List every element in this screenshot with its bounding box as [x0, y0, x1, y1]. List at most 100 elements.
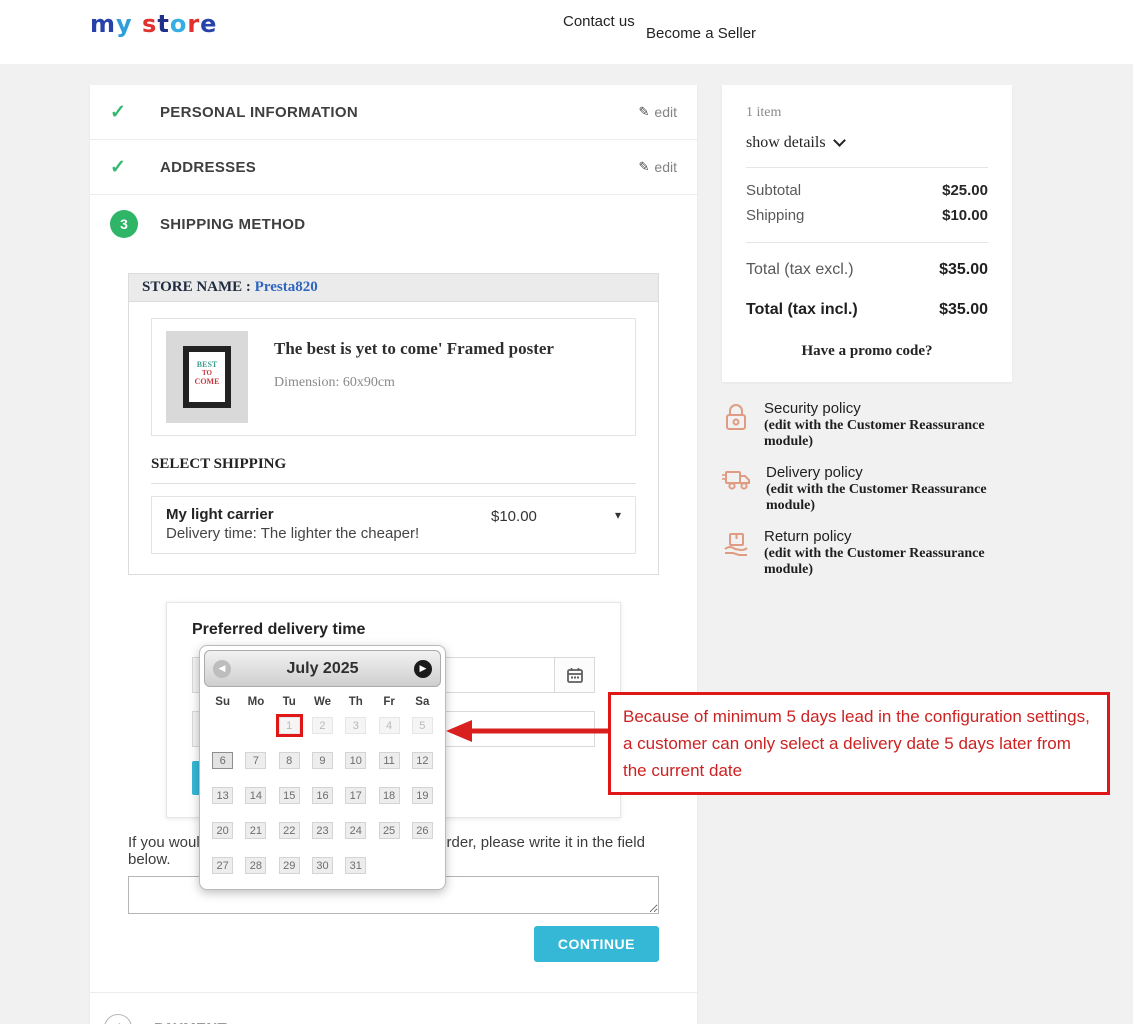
total-incl-row: Total (tax incl.) $35.00: [746, 301, 988, 319]
calendar-day-10[interactable]: 10: [345, 752, 367, 769]
calendar-day-22[interactable]: 22: [278, 822, 300, 839]
calendar-icon: [566, 667, 583, 683]
calendar-day-12[interactable]: 12: [411, 752, 433, 769]
store-name-header: STORE NAME : Presta820: [129, 274, 658, 302]
step-number-badge: 3: [110, 210, 138, 238]
logo-letter: y: [116, 10, 133, 38]
total-incl-value: $35.00: [939, 301, 988, 318]
calendar-day-13[interactable]: 13: [212, 787, 234, 804]
weekday-label: Su: [215, 696, 230, 708]
calendar-day-30[interactable]: 30: [311, 857, 333, 874]
calendar-day-3: 3: [345, 717, 367, 734]
step-number-badge: 4: [104, 1014, 132, 1024]
calendar-day-27[interactable]: 27: [212, 857, 234, 874]
calendar-day-19[interactable]: 19: [411, 787, 433, 804]
calendar-day-21[interactable]: 21: [245, 822, 267, 839]
next-month-button[interactable]: ▶: [414, 659, 432, 678]
subtotal-value: $25.00: [942, 182, 988, 199]
calendar-blank-cell: [212, 717, 233, 734]
preferred-delivery-title: Preferred delivery time: [192, 621, 366, 638]
calendar-day-15[interactable]: 15: [278, 787, 300, 804]
show-details-toggle[interactable]: show details: [746, 134, 988, 152]
carrier-option[interactable]: My light carrier Delivery time: The ligh…: [151, 496, 636, 554]
product-dimension: Dimension: 60x90cm: [274, 375, 395, 390]
calendar-day-6[interactable]: 6: [212, 752, 234, 769]
calendar-day-29[interactable]: 29: [278, 857, 300, 874]
step-personal-title: PERSONAL INFORMATION: [160, 103, 358, 121]
policy-subtitle: (edit with the Customer Reassurance modu…: [764, 418, 985, 449]
continue-button[interactable]: CONTINUE: [533, 926, 659, 962]
become-seller-link[interactable]: Become a Seller: [646, 25, 756, 42]
return-box-icon: [724, 533, 748, 556]
calendar-day-31[interactable]: 31: [345, 857, 367, 874]
store-name-link[interactable]: Presta820: [255, 279, 318, 295]
annotation-note: Because of minimum 5 days lead in the co…: [608, 692, 1110, 795]
cart-items-count: 1 item: [746, 105, 782, 120]
policy-title: Return policy: [764, 528, 852, 545]
subtotal-row: Subtotal $25.00: [746, 182, 988, 199]
prev-month-button[interactable]: ◀: [213, 659, 231, 678]
calendar-day-26[interactable]: 26: [411, 822, 433, 839]
carrier-delay: Delivery time: The lighter the cheaper!: [166, 525, 420, 542]
calendar-day-8[interactable]: 8: [278, 752, 300, 769]
edit-label: edit: [654, 159, 677, 175]
policy-text: Security policy (edit with the Customer …: [764, 400, 1012, 450]
calendar-day-7[interactable]: 7: [245, 752, 267, 769]
calendar-day-28[interactable]: 28: [245, 857, 267, 874]
calendar-day-25[interactable]: 25: [378, 822, 400, 839]
datepicker-popup: ◀ July 2025 ▶ Su Mo Tu We Th Fr Sa 1 2 3 4 5 6 7 8 9 10…: [199, 645, 446, 890]
calendar-blank-cell: [245, 717, 266, 734]
calendar-day-20[interactable]: 20: [212, 822, 234, 839]
weekday-label: We: [313, 696, 332, 708]
logo-letter: t: [157, 10, 170, 38]
shipping-label: Shipping: [746, 207, 805, 224]
calendar-icon-button[interactable]: [555, 657, 595, 693]
product-title: The best is yet to come' Framed poster: [274, 339, 554, 358]
contact-us-link[interactable]: Contact us: [563, 13, 635, 30]
shipping-value: $10.00: [942, 207, 988, 224]
weekday-label: Tu: [282, 696, 296, 708]
show-details-label: show details: [746, 134, 826, 151]
calendar-day-24[interactable]: 24: [345, 822, 367, 839]
calendar-day-9[interactable]: 9: [311, 752, 333, 769]
lock-icon: [726, 404, 746, 430]
select-shipping-heading: SELECT SHIPPING: [151, 452, 636, 484]
calendar-day-14[interactable]: 14: [245, 787, 267, 804]
store-logo[interactable]: my store: [90, 10, 217, 38]
promo-code-link[interactable]: Have a promo code?: [746, 343, 988, 360]
policy-title: Security policy: [764, 400, 861, 417]
poster-text: BEST TO COME: [189, 352, 225, 402]
calendar-day-5: 5: [411, 717, 433, 734]
pencil-icon: ✎: [638, 159, 650, 174]
calendar-day-23[interactable]: 23: [311, 822, 333, 839]
datepicker-header: ◀ July 2025 ▶: [204, 650, 441, 687]
logo-letter: [133, 10, 142, 38]
policy-subtitle: (edit with the Customer Reassurance modu…: [764, 546, 985, 577]
total-excl-row: Total (tax excl.) $35.00: [746, 261, 988, 279]
edit-addresses-button[interactable]: ✎ edit: [639, 159, 677, 175]
edit-personal-button[interactable]: ✎ edit: [639, 104, 677, 120]
chevron-down-icon[interactable]: ▾: [615, 506, 621, 542]
step-addresses: ✓ ADDRESSES ✎ edit: [90, 140, 697, 195]
total-incl-label: Total (tax incl.): [746, 301, 858, 318]
calendar-day-11[interactable]: 11: [378, 752, 400, 769]
logo-letter: e: [200, 10, 218, 38]
logo-letter: m: [90, 10, 117, 38]
continue-row: CONTINUE: [128, 926, 659, 962]
store-shipping-box: STORE NAME : Presta820 BEST TO COME The …: [128, 273, 659, 575]
step-payment-title: PAYMENT: [154, 1020, 227, 1024]
calendar-day-18[interactable]: 18: [378, 787, 400, 804]
poster-frame: BEST TO COME: [183, 346, 231, 408]
divider: [90, 992, 697, 993]
divider: [746, 167, 988, 168]
logo-letter: s: [142, 10, 158, 38]
calendar-day-16[interactable]: 16: [311, 787, 333, 804]
weekday-label: Fr: [383, 696, 395, 708]
calendar-day-2: 2: [311, 717, 333, 734]
product-details: The best is yet to come' Framed poster D…: [274, 331, 554, 423]
carrier-name: My light carrier: [166, 506, 274, 523]
datepicker-month-title: July 2025: [286, 659, 359, 677]
calendar-day-17[interactable]: 17: [345, 787, 367, 804]
carrier-price: $10.00: [491, 508, 537, 525]
calendar-day-4: 4: [378, 717, 400, 734]
